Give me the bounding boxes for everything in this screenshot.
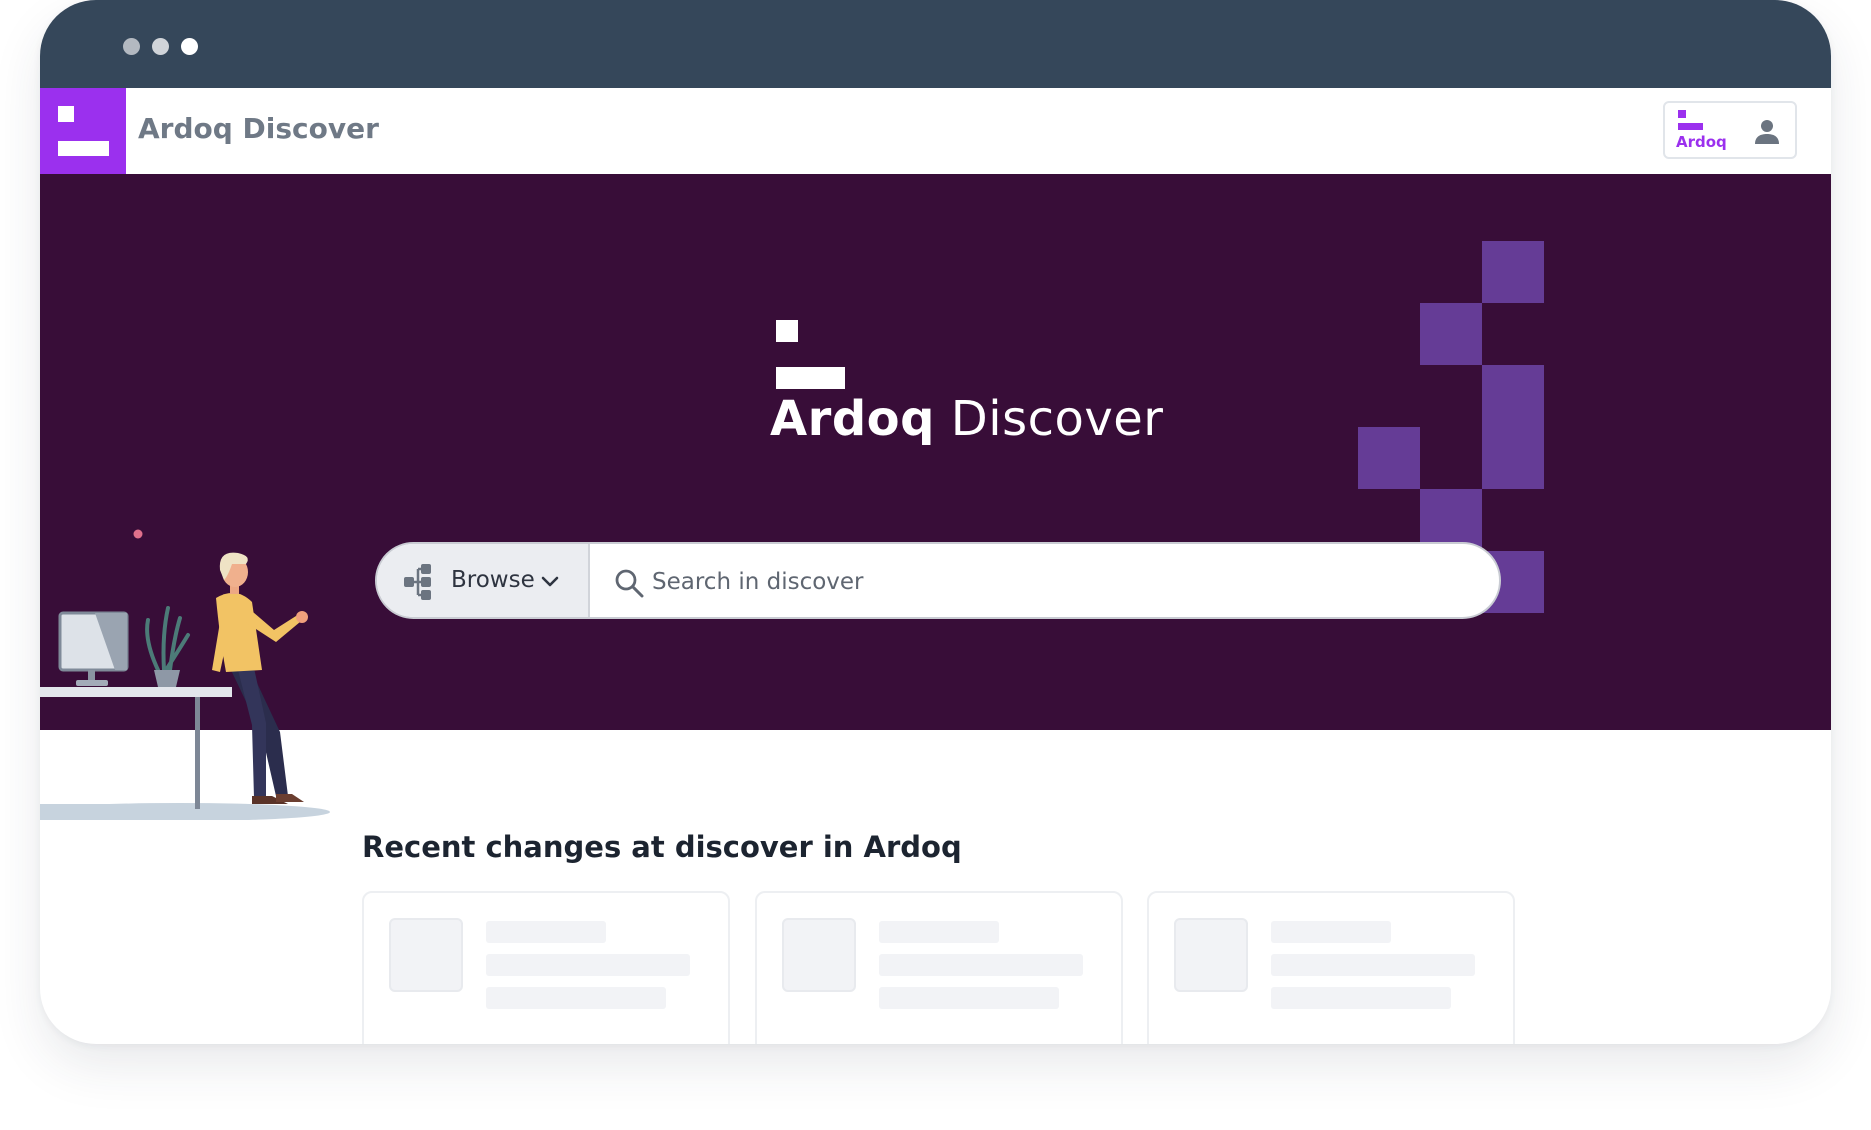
search-input[interactable] [650, 557, 1454, 607]
hero-logo-square [776, 320, 798, 342]
search-bar: Browse [375, 542, 1501, 619]
decor-block [1482, 241, 1544, 303]
app-header: Ardoq Discover Ardoq [40, 88, 1831, 174]
app-switcher-label: Ardoq [1676, 133, 1727, 151]
recent-change-card[interactable] [362, 891, 730, 1044]
card-line-placeholder [879, 921, 999, 943]
card-line-placeholder [879, 954, 1083, 976]
card-thumbnail-placeholder [782, 918, 856, 992]
browse-hierarchy-icon [404, 564, 431, 600]
ardoq-mini-logo-icon: Ardoq [1676, 109, 1727, 153]
window-titlebar [40, 0, 1831, 88]
app-title: Ardoq Discover [138, 112, 379, 145]
user-icon[interactable] [1752, 117, 1782, 147]
ardoq-logo-icon[interactable] [40, 88, 126, 174]
card-line-placeholder [486, 987, 666, 1009]
decor-block [1358, 427, 1420, 489]
window-minimize-dot[interactable] [152, 38, 169, 55]
recent-changes-heading: Recent changes at discover in Ardoq [362, 830, 962, 864]
card-line-placeholder [1271, 987, 1451, 1009]
card-thumbnail-placeholder [389, 918, 463, 992]
window-close-dot[interactable] [123, 38, 140, 55]
card-line-placeholder [1271, 954, 1475, 976]
app-switcher[interactable]: Ardoq [1663, 101, 1797, 159]
window-maximize-dot[interactable] [181, 38, 198, 55]
browse-label: Browse [451, 567, 535, 593]
hero-title-bold: Ardoq [770, 391, 936, 447]
browse-button[interactable]: Browse [377, 544, 590, 617]
card-line-placeholder [1271, 921, 1391, 943]
recent-change-card[interactable] [1147, 891, 1515, 1044]
hero-title-regular: Discover [950, 391, 1164, 447]
hero-title: Ardoq Discover [770, 391, 1164, 447]
card-line-placeholder [486, 921, 606, 943]
chevron-down-icon [541, 576, 559, 587]
person-at-desk-illustration [40, 529, 330, 820]
recent-change-card[interactable] [755, 891, 1123, 1044]
card-thumbnail-placeholder [1174, 918, 1248, 992]
card-line-placeholder [879, 987, 1059, 1009]
search-icon [615, 569, 644, 598]
card-line-placeholder [486, 954, 690, 976]
hero-logo-bar [776, 367, 845, 389]
browser-window: Ardoq Discover Ardoq Ardoq Discover Brow… [40, 0, 1831, 1044]
decor-block [1420, 303, 1482, 365]
decor-block [1482, 365, 1544, 489]
